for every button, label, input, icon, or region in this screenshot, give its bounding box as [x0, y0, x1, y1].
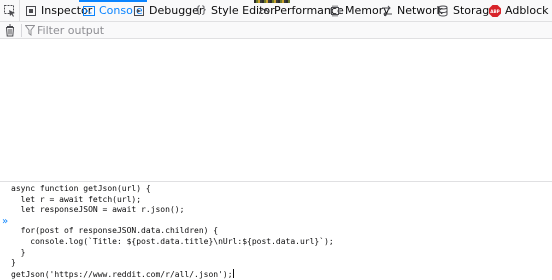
debugger-icon [133, 5, 145, 17]
devtools-tab-bar: Inspector Console Debugger {} Style Edit… [0, 0, 552, 22]
tab-separator [19, 0, 20, 22]
memory-icon [329, 5, 341, 17]
tab-network[interactable]: Network [381, 0, 443, 21]
adblock-plus-icon: ABP [489, 4, 501, 17]
code-line: console.log(`Title: ${post.data.title}\n… [11, 236, 334, 246]
filter-output-input[interactable] [37, 23, 537, 37]
code-line: } [11, 247, 26, 257]
console-filter-bar [0, 22, 552, 39]
code-line: async function getJson(url) { [11, 184, 151, 193]
element-picker-button[interactable] [0, 0, 19, 21]
code-line: for(post of responseJSON.data.children) … [11, 226, 219, 236]
tab-label: Adblock Plus [505, 4, 552, 17]
console-input-editor[interactable]: » async function getJson(url) { let r = … [0, 181, 552, 279]
adblock-badge-text: ABP [490, 8, 500, 13]
tab-debugger[interactable]: Debugger [133, 0, 203, 21]
network-icon [381, 5, 393, 17]
trash-icon[interactable] [3, 24, 17, 37]
text-cursor [232, 268, 234, 278]
code-input[interactable]: async function getJson(url) { let r = aw… [11, 184, 334, 280]
storage-icon [437, 5, 449, 17]
performance-icon [258, 5, 270, 17]
code-line: let r = await fetch(url); [11, 194, 142, 204]
code-line: getJson('https://www.reddit.com/r/all/.j… [11, 269, 233, 279]
code-line: let responseJSON = await r.json(); [11, 205, 185, 215]
filter-icon [25, 25, 35, 36]
tab-adblock-plus[interactable]: ABP Adblock Plus [489, 0, 552, 21]
console-output [0, 39, 552, 181]
element-picker-icon [4, 5, 15, 17]
tab-storage[interactable]: Storage [437, 0, 496, 21]
style-editor-icon: {} [194, 5, 208, 16]
inspector-icon [25, 5, 37, 17]
filter-separator [21, 24, 22, 37]
code-line: } [11, 258, 16, 268]
console-icon [83, 5, 95, 17]
